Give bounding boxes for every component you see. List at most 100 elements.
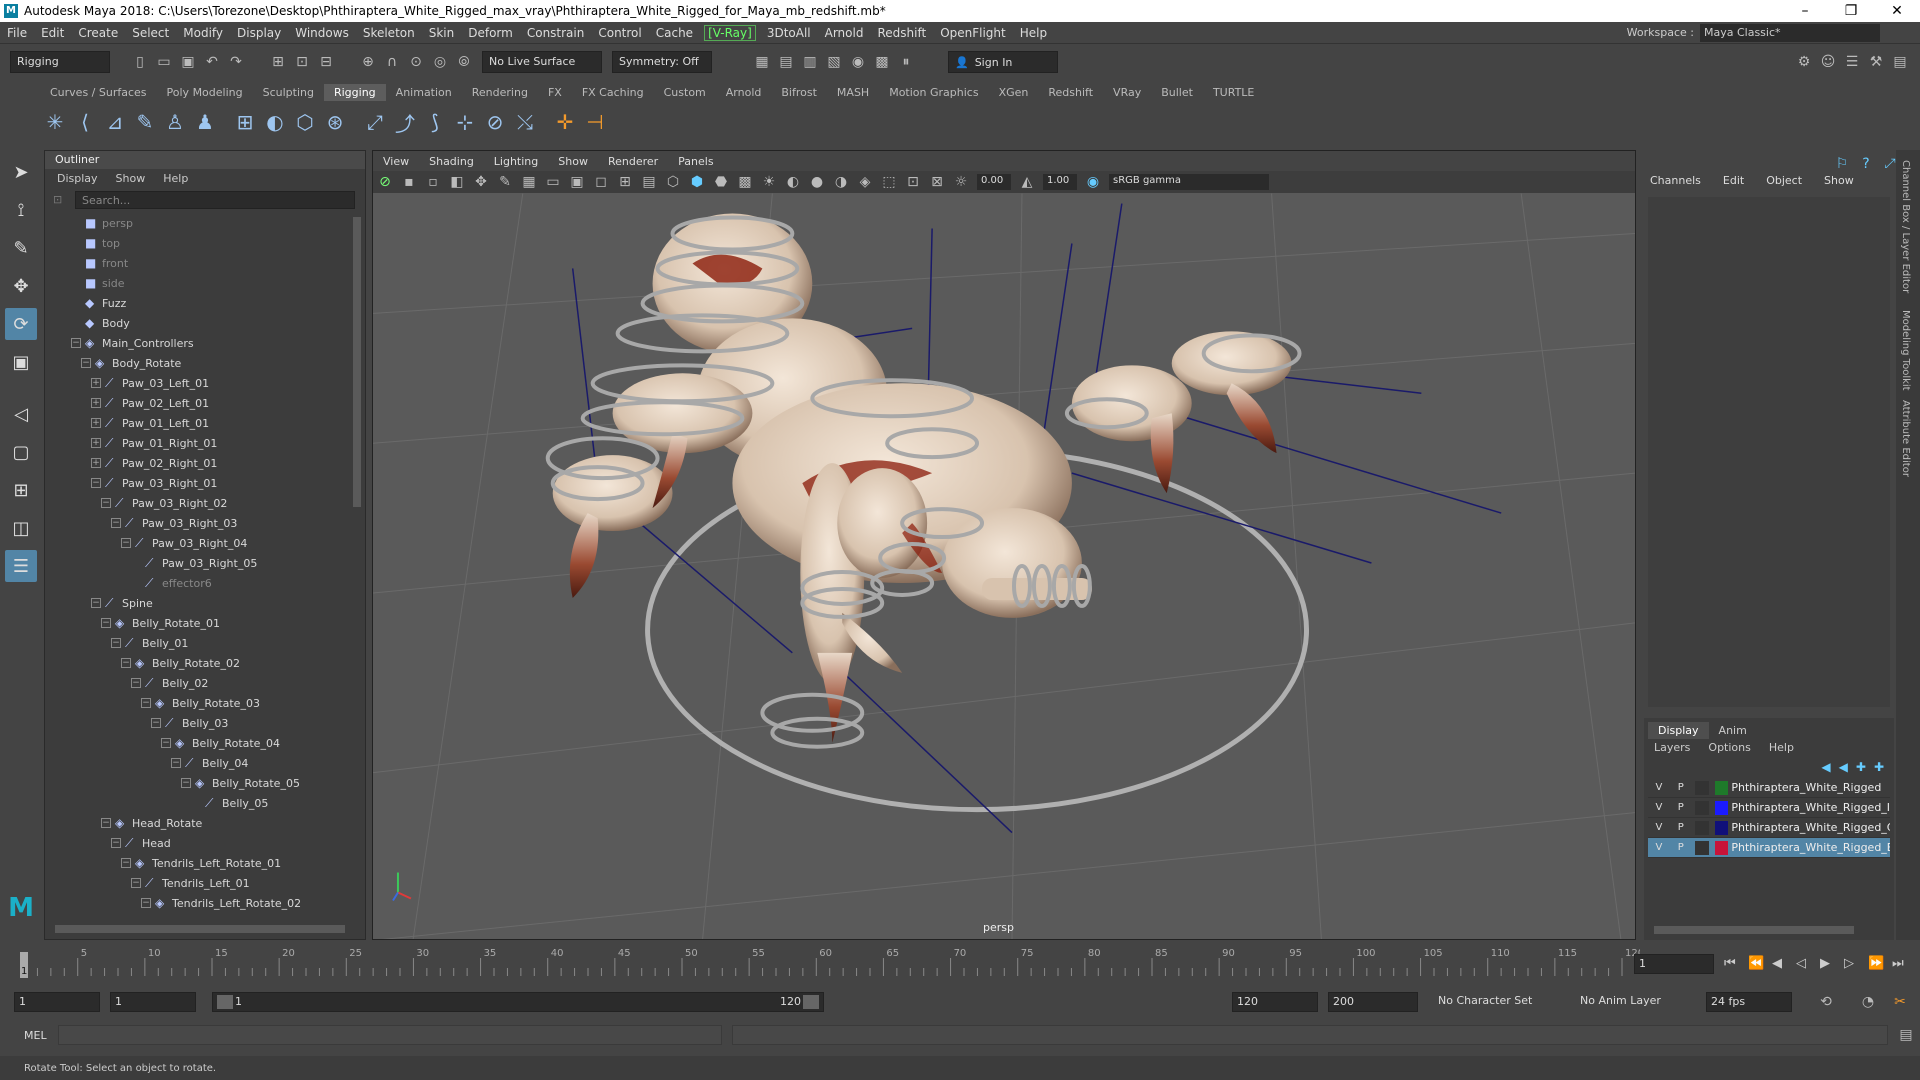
gate-mask-icon[interactable]: ◻ bbox=[591, 172, 611, 192]
search-options-icon[interactable]: ⊡ bbox=[53, 193, 62, 206]
locator-icon[interactable]: ✛ bbox=[550, 107, 580, 137]
menu-arnold[interactable]: Arnold bbox=[818, 26, 871, 40]
step-back-icon[interactable]: ⏪ bbox=[1748, 956, 1772, 971]
menu-edit[interactable]: Edit bbox=[34, 26, 71, 40]
layer-row[interactable]: V P Phthiraptera_White_Rigged bbox=[1648, 778, 1890, 798]
layer-type-swatch[interactable] bbox=[1694, 840, 1709, 855]
move-layer-down-icon[interactable]: ◀ bbox=[1839, 760, 1848, 774]
outliner-item[interactable]: + ⟋ Paw_03_Left_01 bbox=[45, 373, 353, 393]
shelf-tab-fx[interactable]: FX bbox=[538, 84, 572, 101]
outliner-item[interactable]: − ⟋ Paw_03_Right_01 bbox=[45, 473, 353, 493]
expand-toggle-icon[interactable]: − bbox=[101, 498, 111, 508]
render-settings-icon[interactable]: ▧ bbox=[824, 52, 844, 72]
play-forward-icon[interactable]: ▶ bbox=[1820, 956, 1844, 971]
viewport-menu-show[interactable]: Show bbox=[548, 153, 598, 170]
time-ruler[interactable]: 5 10 15 20 25 30 35 40 45 50 55 60 65 70 75 80 85 90 95 100… bbox=[10, 946, 1640, 982]
orient-joint-icon[interactable]: ✎ bbox=[130, 107, 160, 137]
select-tool-icon[interactable]: ➤ bbox=[5, 156, 37, 188]
outliner-item[interactable]: − ⟋ Paw_03_Right_02 bbox=[45, 493, 353, 513]
smooth-shade-icon[interactable]: ⬢ bbox=[687, 172, 707, 192]
pole-vector-icon[interactable]: ⊣ bbox=[580, 107, 610, 137]
expand-toggle-icon[interactable] bbox=[71, 298, 81, 308]
expand-toggle-icon[interactable]: − bbox=[131, 678, 141, 688]
ipr-render-icon[interactable]: ▥ bbox=[800, 52, 820, 72]
isolate-select-icon[interactable]: ⬚ bbox=[879, 172, 899, 192]
snap-point-icon[interactable]: ⊙ bbox=[406, 52, 426, 72]
shelf-tab-turtle[interactable]: TURTLE bbox=[1203, 84, 1264, 101]
outliner-menu-show[interactable]: Show bbox=[116, 172, 146, 185]
outliner-item[interactable]: − ◈ Belly_Rotate_03 bbox=[45, 693, 353, 713]
side-tab-channel-box-layer-editor[interactable]: Channel Box / Layer Editor bbox=[1900, 160, 1911, 293]
tool-settings-icon[interactable]: ⚒ bbox=[1866, 52, 1886, 72]
play-back-icon[interactable]: ◁ bbox=[1796, 956, 1820, 971]
shelf-tab-curves-surfaces[interactable]: Curves / Surfaces bbox=[40, 84, 157, 101]
outliner-item[interactable]: − ⟋ Spine bbox=[45, 593, 353, 613]
expand-toggle-icon[interactable]: − bbox=[141, 698, 151, 708]
scale-tool-icon[interactable]: ▣ bbox=[5, 346, 37, 378]
anim-end-field[interactable]: 120 bbox=[1232, 992, 1318, 1012]
lasso-tool-icon[interactable]: ⟟ bbox=[5, 194, 37, 226]
menu-skin[interactable]: Skin bbox=[422, 26, 462, 40]
outliner-item[interactable]: − ⟋ Belly_01 bbox=[45, 633, 353, 653]
layer-type-swatch[interactable] bbox=[1694, 800, 1709, 815]
menu-display[interactable]: Display bbox=[230, 26, 288, 40]
outliner-item[interactable]: ■ side bbox=[45, 273, 353, 293]
shelf-tab-bifrost[interactable]: Bifrost bbox=[771, 84, 827, 101]
viewport-panel[interactable]: View Shading Lighting Show Renderer Panels ⊘ … bbox=[372, 150, 1636, 940]
outliner-item[interactable]: ■ persp bbox=[45, 213, 353, 233]
snap-surface-icon[interactable]: ◎ bbox=[430, 52, 450, 72]
expand-toggle-icon[interactable]: + bbox=[91, 398, 101, 408]
expand-toggle-icon[interactable]: − bbox=[181, 778, 191, 788]
expand-toggle-icon[interactable] bbox=[71, 238, 81, 248]
anim-start-field[interactable]: 1 bbox=[110, 992, 196, 1012]
layer-tab-anim[interactable]: Anim bbox=[1709, 722, 1757, 739]
workspace-dropdown[interactable]: Maya Classic* bbox=[1700, 23, 1880, 42]
aim-constraint-icon[interactable]: ⤯ bbox=[510, 107, 540, 137]
command-input[interactable] bbox=[58, 1025, 722, 1045]
shelf-tab-xgen[interactable]: XGen bbox=[989, 84, 1039, 101]
lights-icon[interactable]: ☀ bbox=[759, 172, 779, 192]
outliner-search-input[interactable]: Search... bbox=[75, 191, 355, 209]
outliner-item[interactable]: + ⟋ Paw_01_Left_01 bbox=[45, 413, 353, 433]
expand-toggle-icon[interactable]: − bbox=[171, 758, 181, 768]
modeling-toolkit-icon[interactable]: ⚙ bbox=[1794, 52, 1814, 72]
image-plane-icon[interactable]: ◧ bbox=[447, 172, 467, 192]
layer-playback-toggle[interactable]: P bbox=[1670, 842, 1692, 853]
channel-menu-object[interactable]: Object bbox=[1766, 174, 1802, 187]
expand-toggle-icon[interactable]: + bbox=[91, 458, 101, 468]
expand-toggle-icon[interactable]: − bbox=[121, 658, 131, 668]
shelf-tab-motion-graphics[interactable]: Motion Graphics bbox=[879, 84, 988, 101]
character-controls-icon[interactable]: ☺ bbox=[1818, 52, 1838, 72]
wireframe-on-shaded-icon[interactable]: ⬣ bbox=[711, 172, 731, 192]
lattice-icon[interactable]: ⬡ bbox=[290, 107, 320, 137]
outliner-menu-help[interactable]: Help bbox=[163, 172, 188, 185]
layer-color-swatch[interactable] bbox=[1714, 800, 1729, 815]
script-editor-icon[interactable]: ▤ bbox=[1896, 1025, 1916, 1045]
point-constraint-icon[interactable]: ⊹ bbox=[450, 107, 480, 137]
minimize-icon[interactable]: – bbox=[1782, 3, 1828, 19]
ik-handle-icon[interactable]: ⤢ bbox=[360, 107, 390, 137]
outliner-layout-icon[interactable]: ☰ bbox=[5, 550, 37, 582]
wireframe-icon[interactable]: ⬡ bbox=[663, 172, 683, 192]
range-start-handle[interactable] bbox=[217, 995, 233, 1009]
exposure-icon[interactable]: ☼ bbox=[951, 172, 971, 192]
menu-redshift[interactable]: Redshift bbox=[870, 26, 933, 40]
expand-toggle-icon[interactable]: − bbox=[81, 358, 91, 368]
attribute-editor-icon[interactable]: ☰ bbox=[1842, 52, 1862, 72]
select-hierarchy-icon[interactable]: ⊞ bbox=[268, 52, 288, 72]
outliner-item[interactable]: − ◈ Head_Rotate bbox=[45, 813, 353, 833]
menu-modify[interactable]: Modify bbox=[176, 26, 230, 40]
end-time-field[interactable]: 200 bbox=[1328, 992, 1418, 1012]
shelf-tab-bullet[interactable]: Bullet bbox=[1151, 84, 1203, 101]
live-surface-field[interactable]: No Live Surface bbox=[482, 51, 602, 73]
paint-weights-icon[interactable]: ◐ bbox=[260, 107, 290, 137]
outliner-item[interactable]: + ⟋ Paw_02_Right_01 bbox=[45, 453, 353, 473]
resolution-gate-icon[interactable]: ▣ bbox=[567, 172, 587, 192]
grease-pencil-icon[interactable]: ✎ bbox=[495, 172, 515, 192]
expand-toggle-icon[interactable] bbox=[131, 558, 141, 568]
move-layer-up-icon[interactable]: ◀ bbox=[1821, 760, 1830, 774]
outliner-item[interactable]: − ⟋ Tendrils_Left_01 bbox=[45, 873, 353, 893]
outliner-h-scrollbar[interactable] bbox=[55, 925, 345, 933]
orient-constraint-icon[interactable]: ⊘ bbox=[480, 107, 510, 137]
viewport-menu-shading[interactable]: Shading bbox=[419, 153, 484, 170]
